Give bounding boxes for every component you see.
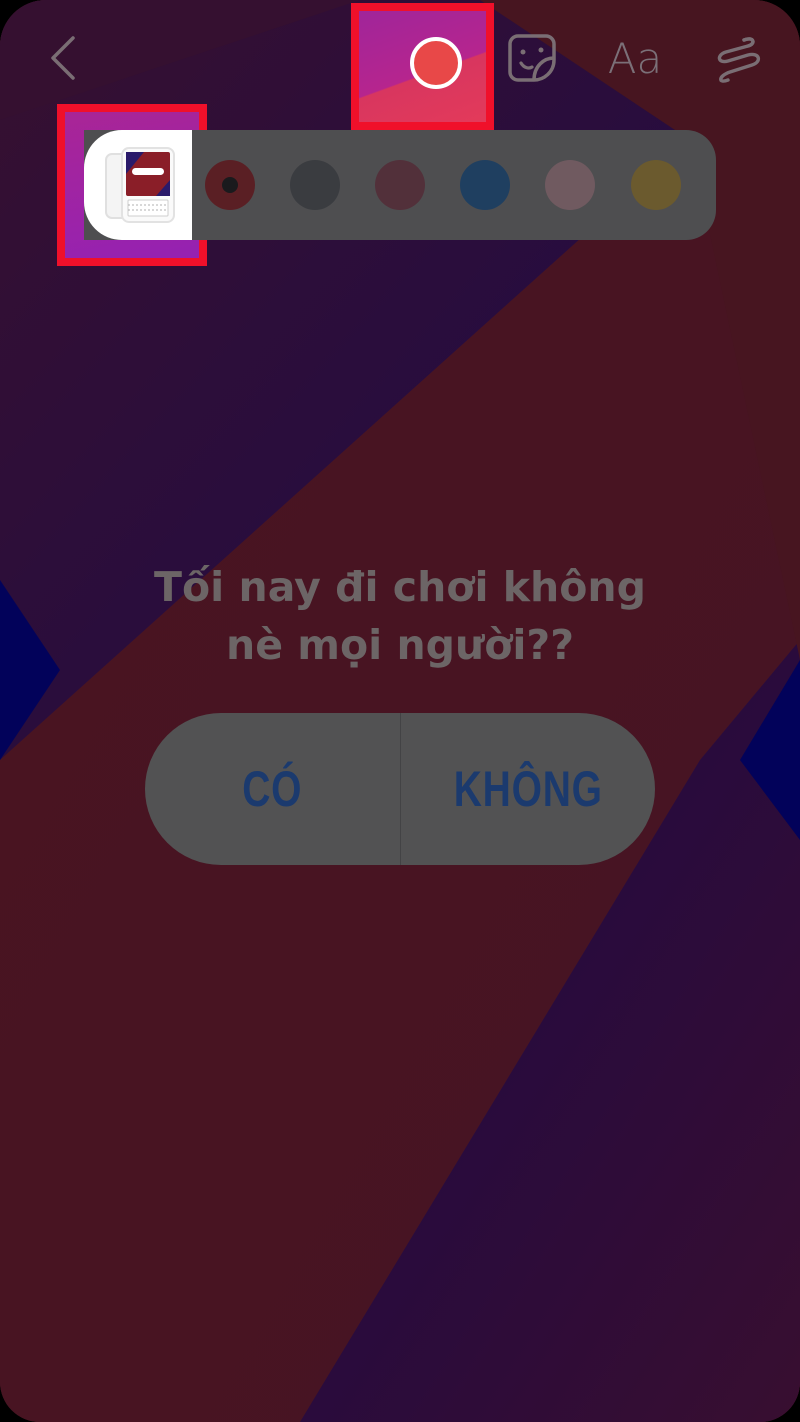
- back-button[interactable]: [40, 30, 84, 86]
- selected-indicator: [222, 177, 238, 193]
- poll-divider: [399, 713, 401, 865]
- sticker-button[interactable]: [504, 30, 560, 86]
- scribble-icon: [717, 37, 760, 83]
- color-swatch-dark-gray[interactable]: [290, 160, 340, 210]
- poll-sticker-button[interactable]: [84, 130, 192, 240]
- poll-question: Tối nay đi chơi không nè mọi người??: [100, 558, 700, 674]
- poll-sticker-icon: [105, 147, 175, 223]
- poll-question-line-2: nè mọi người??: [226, 621, 574, 669]
- draw-button[interactable]: [708, 34, 766, 86]
- color-swatch-gold[interactable]: [631, 160, 681, 210]
- sticker-icon: [508, 34, 556, 82]
- poll-question-line-1: Tối nay đi chơi không: [154, 563, 646, 611]
- text-tool-button[interactable]: Aa: [604, 34, 666, 84]
- poll-option-yes[interactable]: CÓ: [173, 713, 372, 865]
- color-swatch-blue[interactable]: [460, 160, 510, 210]
- chevron-left-icon: [51, 36, 75, 80]
- poll-option-no[interactable]: KHÔNG: [428, 713, 627, 865]
- story-editor-screen: Aa Tối nay đi chơi không nè mọi người??: [0, 0, 800, 1422]
- poll-sticker: CÓ KHÔNG: [145, 713, 655, 865]
- color-picker-button[interactable]: [410, 37, 462, 89]
- color-swatch-red[interactable]: [205, 160, 255, 210]
- color-swatch-pink[interactable]: [545, 160, 595, 210]
- color-swatch-rose[interactable]: [375, 160, 425, 210]
- top-toolbar: Aa: [0, 0, 800, 130]
- color-picker-highlight: [351, 3, 494, 130]
